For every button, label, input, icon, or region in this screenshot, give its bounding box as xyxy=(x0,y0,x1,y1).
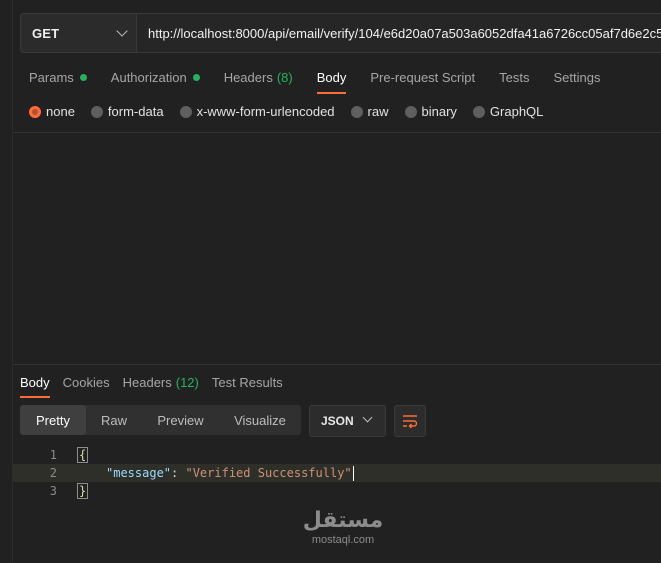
code-line: 2 "message": "Verified Successfully" xyxy=(13,464,661,482)
close-brace: } xyxy=(77,483,89,499)
method-label: GET xyxy=(32,25,60,41)
line-number: 1 xyxy=(49,448,57,462)
text-cursor xyxy=(352,465,354,481)
status-dot-icon xyxy=(192,73,200,81)
radio-form-data[interactable]: form-data xyxy=(90,104,164,119)
tab-label: Body xyxy=(316,69,347,85)
view-visualize-button[interactable]: Visualize xyxy=(219,405,301,435)
tab-label: Pre-request Script xyxy=(370,69,476,85)
response-tab-cookies[interactable]: Cookies xyxy=(63,372,110,392)
response-tab-body[interactable]: Body xyxy=(20,372,50,398)
response-tab-test-results[interactable]: Test Results xyxy=(212,372,283,392)
line-number: 2 xyxy=(49,466,57,480)
json-value: "Verified Successfully" xyxy=(185,466,352,480)
radio-icon xyxy=(404,105,417,118)
tab-pre-request-script[interactable]: Pre-request Script xyxy=(370,66,475,88)
radio-graphql[interactable]: GraphQL xyxy=(472,104,544,119)
tab-settings[interactable]: Settings xyxy=(553,66,600,88)
chevron-down-icon xyxy=(362,412,373,423)
tab-params[interactable]: Params xyxy=(29,66,87,88)
tab-authorization[interactable]: Authorization xyxy=(111,66,200,88)
request-tabs: Params Authorization Headers (8) Body Pr… xyxy=(29,66,624,94)
tab-label: Body xyxy=(20,374,50,390)
radio-icon xyxy=(90,105,103,118)
tab-headers[interactable]: Headers (8) xyxy=(224,66,293,88)
panel-resize-divider[interactable] xyxy=(13,364,661,365)
tab-label: Cookies xyxy=(62,374,110,390)
response-tab-headers[interactable]: Headers (12) xyxy=(123,372,199,392)
wrap-lines-icon xyxy=(403,415,418,428)
json-key: "message" xyxy=(106,466,172,480)
tab-label: Headers xyxy=(122,374,172,390)
radio-label: form-data xyxy=(107,104,164,119)
radio-selected-icon xyxy=(29,105,41,118)
tab-label: Tests xyxy=(499,69,530,85)
line-content: } xyxy=(77,483,89,499)
watermark: مستقل mostaql.com xyxy=(283,508,403,546)
tab-label: Params xyxy=(29,69,74,85)
chevron-down-icon xyxy=(116,25,128,37)
watermark-domain: mostaql.com xyxy=(311,534,375,546)
headers-count: (8) xyxy=(276,69,293,85)
tab-label: Authorization xyxy=(110,69,187,85)
wrap-lines-button[interactable] xyxy=(394,405,426,437)
radio-icon xyxy=(179,105,192,118)
status-dot-icon xyxy=(79,73,87,81)
watermark-logo: مستقل xyxy=(302,508,384,533)
tab-label: Headers xyxy=(223,69,273,85)
radio-label: binary xyxy=(421,104,457,119)
url-bar: GET http://localhost:8000/api/email/veri… xyxy=(20,13,661,53)
divider xyxy=(13,132,661,133)
tab-body[interactable]: Body xyxy=(316,66,347,94)
open-brace: { xyxy=(77,447,89,463)
view-pretty-button[interactable]: Pretty xyxy=(20,405,86,435)
radio-raw[interactable]: raw xyxy=(350,104,389,119)
radio-none[interactable]: none xyxy=(29,104,75,119)
radio-icon xyxy=(472,105,485,118)
format-select[interactable]: JSON xyxy=(309,405,386,437)
tab-label: Settings xyxy=(553,69,601,85)
radio-label: GraphQL xyxy=(489,104,544,119)
format-label: JSON xyxy=(321,414,354,428)
body-type-options: none form-data x-www-form-urlencoded raw… xyxy=(29,104,559,119)
code-line: 3 } xyxy=(13,482,661,500)
url-input[interactable]: http://localhost:8000/api/email/verify/1… xyxy=(136,13,661,53)
view-raw-button[interactable]: Raw xyxy=(86,405,142,435)
line-number: 3 xyxy=(49,484,57,498)
radio-label: x-www-form-urlencoded xyxy=(196,104,335,119)
headers-count: (12) xyxy=(175,374,199,390)
radio-label: none xyxy=(46,104,75,119)
view-mode-selector: Pretty Raw Preview Visualize xyxy=(20,405,301,435)
line-content: { xyxy=(77,447,89,463)
method-select[interactable]: GET xyxy=(20,13,136,53)
radio-label: raw xyxy=(367,104,389,119)
radio-urlencoded[interactable]: x-www-form-urlencoded xyxy=(179,104,335,119)
line-content: "message": "Verified Successfully" xyxy=(106,465,354,481)
radio-icon xyxy=(350,105,363,118)
postman-request-panel: GET http://localhost:8000/api/email/veri… xyxy=(12,0,661,563)
response-tabs: Body Cookies Headers (12) Test Results xyxy=(20,372,296,398)
code-line: 1 { xyxy=(13,446,661,464)
response-body-editor[interactable]: 1 { 2 "message": "Verified Successfully"… xyxy=(13,446,661,500)
tab-label: Test Results xyxy=(211,374,283,390)
tab-tests[interactable]: Tests xyxy=(499,66,529,88)
json-colon: : xyxy=(171,466,186,480)
radio-binary[interactable]: binary xyxy=(404,104,457,119)
view-preview-button[interactable]: Preview xyxy=(142,405,219,435)
